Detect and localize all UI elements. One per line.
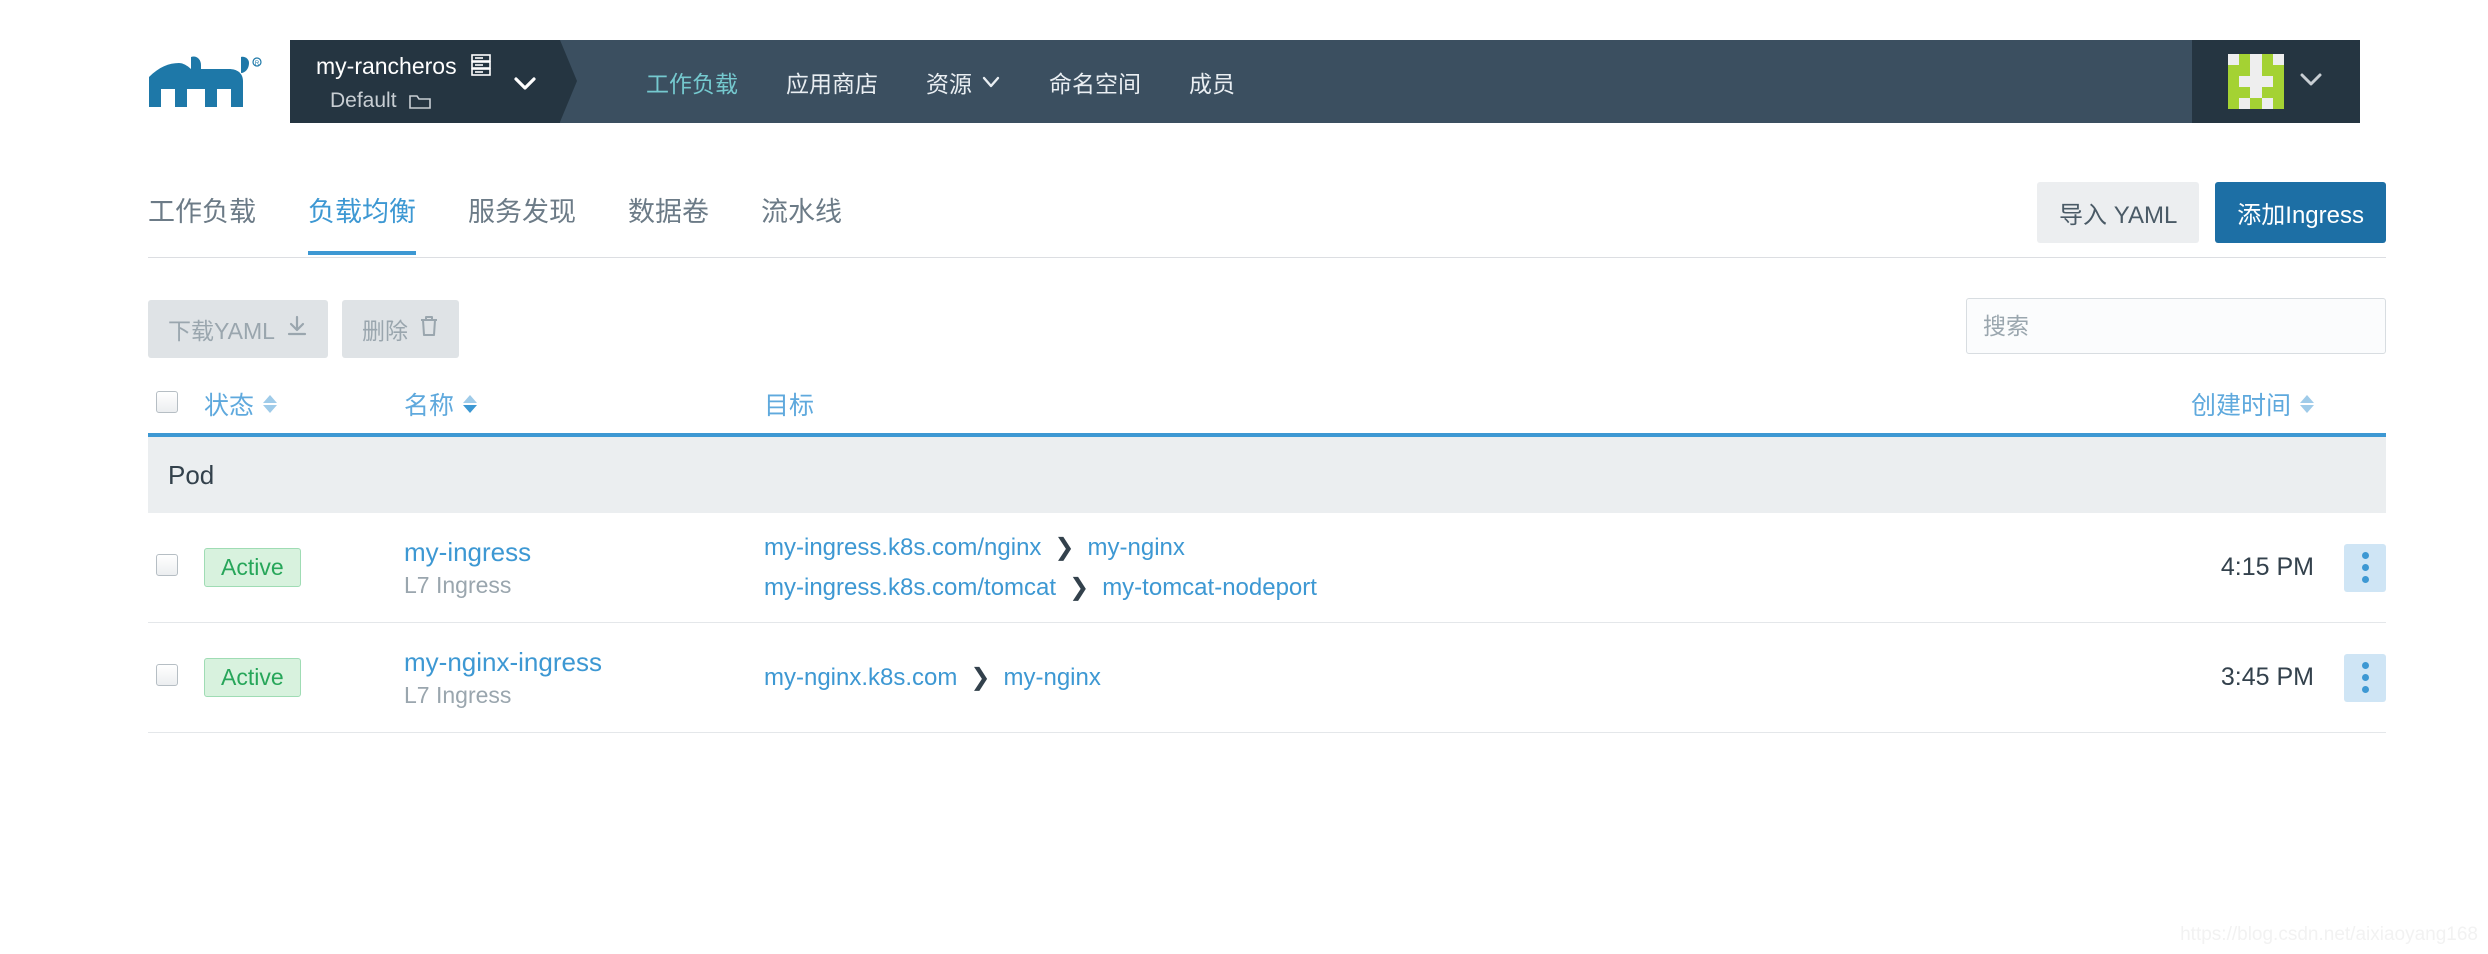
created-time: 4:15 PM — [2220, 553, 2314, 581]
chevron-right-icon: ❯ — [1054, 533, 1075, 561]
table-header-row: 状态 名称 目标 创建时间 — [148, 375, 2386, 437]
project-name: Default — [330, 89, 397, 112]
folder-icon — [409, 89, 432, 119]
primary-nav: 工作负载 应用商店 资源 命名空间 成员 — [560, 40, 2192, 123]
tab-service-discovery[interactable]: 服务发现 — [468, 190, 576, 255]
user-identicon-avatar-icon — [2228, 53, 2284, 110]
table-row[interactable]: Active my-nginx-ingress L7 Ingress my-ng… — [148, 623, 2386, 733]
section-tabs: 工作负载 负载均衡 服务发现 数据卷 流水线 导入 YAML 添加Ingress — [148, 180, 2386, 258]
chevron-down-icon — [981, 68, 1001, 95]
column-header-target[interactable]: 目标 — [764, 386, 2014, 422]
select-all-checkbox[interactable] — [156, 390, 178, 413]
app-header: R my-rancheros Default 工作负载 应用商店 资源 命名空间… — [0, 0, 2488, 140]
kebab-menu-icon[interactable] — [2344, 653, 2386, 702]
watermark: https://blog.csdn.net/aixiaoyang168 — [2180, 924, 2478, 945]
add-ingress-button[interactable]: 添加Ingress — [2215, 182, 2386, 243]
chevron-down-icon[interactable] — [512, 70, 538, 96]
nav-arrow-divider — [560, 40, 577, 122]
sort-icon[interactable] — [2300, 395, 2314, 413]
tab-workloads[interactable]: 工作负载 — [148, 190, 256, 255]
table-group-header: Pod — [148, 437, 2386, 513]
ingress-name-link[interactable]: my-ingress — [404, 535, 764, 569]
nav-item-catalog[interactable]: 应用商店 — [786, 65, 878, 99]
kebab-menu-icon[interactable] — [2344, 543, 2386, 592]
ingress-table: 状态 名称 目标 创建时间 Pod Active my-ingress L7 I… — [148, 375, 2386, 733]
row-target-cell: my-ingress.k8s.com/nginx ❯ my-nginx my-i… — [764, 528, 2014, 608]
delete-button[interactable]: 删除 — [341, 300, 459, 358]
target-service-link[interactable]: my-nginx — [1088, 528, 1185, 568]
row-state-cell: Active — [204, 658, 404, 697]
group-label: Pod — [168, 459, 215, 490]
status-badge: Active — [204, 548, 301, 587]
svg-text:R: R — [255, 61, 260, 67]
ingress-name-link[interactable]: my-nginx-ingress — [404, 645, 764, 679]
download-yaml-button[interactable]: 下载YAML — [148, 300, 328, 358]
target-service-link[interactable]: my-nginx — [1004, 658, 1101, 698]
main-navbar: my-rancheros Default 工作负载 应用商店 资源 命名空间 成… — [290, 40, 2360, 123]
ingress-type-label: L7 Ingress — [404, 571, 512, 598]
row-created-cell: 4:15 PM — [2014, 553, 2314, 582]
nav-item-workloads[interactable]: 工作负载 — [646, 65, 738, 99]
cluster-name: my-rancheros — [316, 53, 457, 79]
table-toolbar: 下载YAML 删除 — [148, 298, 2386, 360]
row-checkbox-cell — [156, 554, 204, 581]
user-menu[interactable] — [2192, 40, 2360, 123]
nav-item-members[interactable]: 成员 — [1189, 65, 1235, 99]
tab-load-balancing[interactable]: 负载均衡 — [308, 190, 416, 255]
row-created-cell: 3:45 PM — [2014, 663, 2314, 692]
target-route: my-nginx.k8s.com ❯ my-nginx — [764, 658, 2014, 698]
row-state-cell: Active — [204, 548, 404, 587]
table-row[interactable]: Active my-ingress L7 Ingress my-ingress.… — [148, 513, 2386, 623]
target-host-link[interactable]: my-ingress.k8s.com/tomcat — [764, 568, 1056, 608]
nav-item-namespaces[interactable]: 命名空间 — [1049, 65, 1141, 99]
sort-icon[interactable] — [263, 395, 278, 413]
row-name-cell: my-nginx-ingress L7 Ingress — [404, 645, 764, 711]
search-input[interactable] — [1966, 298, 2386, 354]
target-host-link[interactable]: my-ingress.k8s.com/nginx — [764, 528, 1041, 568]
server-icon — [471, 53, 491, 84]
column-header-state[interactable]: 状态 — [204, 386, 404, 422]
trash-icon — [419, 315, 439, 343]
row-checkbox-cell — [156, 664, 204, 691]
target-route: my-ingress.k8s.com/tomcat ❯ my-tomcat-no… — [764, 568, 2014, 608]
download-icon — [286, 315, 308, 343]
target-route: my-ingress.k8s.com/nginx ❯ my-nginx — [764, 528, 2014, 568]
row-name-cell: my-ingress L7 Ingress — [404, 535, 764, 601]
row-actions-cell — [2314, 653, 2386, 702]
header-action-buttons: 导入 YAML 添加Ingress — [2037, 182, 2386, 243]
cluster-project-selector[interactable]: my-rancheros Default — [290, 40, 560, 123]
status-badge: Active — [204, 658, 301, 697]
chevron-right-icon: ❯ — [1069, 573, 1090, 601]
target-host-link[interactable]: my-nginx.k8s.com — [764, 658, 957, 698]
bulk-actions: 下载YAML 删除 — [148, 300, 459, 358]
rancher-cow-logo-icon[interactable]: R — [145, 55, 265, 115]
chevron-down-icon — [2298, 69, 2324, 94]
chevron-right-icon: ❯ — [970, 663, 991, 691]
sort-icon[interactable] — [463, 395, 478, 413]
row-target-cell: my-nginx.k8s.com ❯ my-nginx — [764, 658, 2014, 698]
column-header-created[interactable]: 创建时间 — [2014, 386, 2314, 422]
ingress-type-label: L7 Ingress — [404, 681, 512, 708]
tab-volumes[interactable]: 数据卷 — [628, 190, 709, 255]
column-header-name[interactable]: 名称 — [404, 386, 764, 422]
nav-item-resources[interactable]: 资源 — [926, 65, 1001, 99]
row-checkbox[interactable] — [156, 554, 178, 576]
import-yaml-button[interactable]: 导入 YAML — [2037, 182, 2200, 243]
row-actions-cell — [2314, 543, 2386, 592]
target-service-link[interactable]: my-tomcat-nodeport — [1102, 568, 1317, 608]
row-checkbox[interactable] — [156, 664, 178, 686]
created-time: 3:45 PM — [2220, 663, 2314, 691]
select-all-checkbox-cell — [156, 390, 204, 418]
tab-pipelines[interactable]: 流水线 — [761, 190, 842, 255]
